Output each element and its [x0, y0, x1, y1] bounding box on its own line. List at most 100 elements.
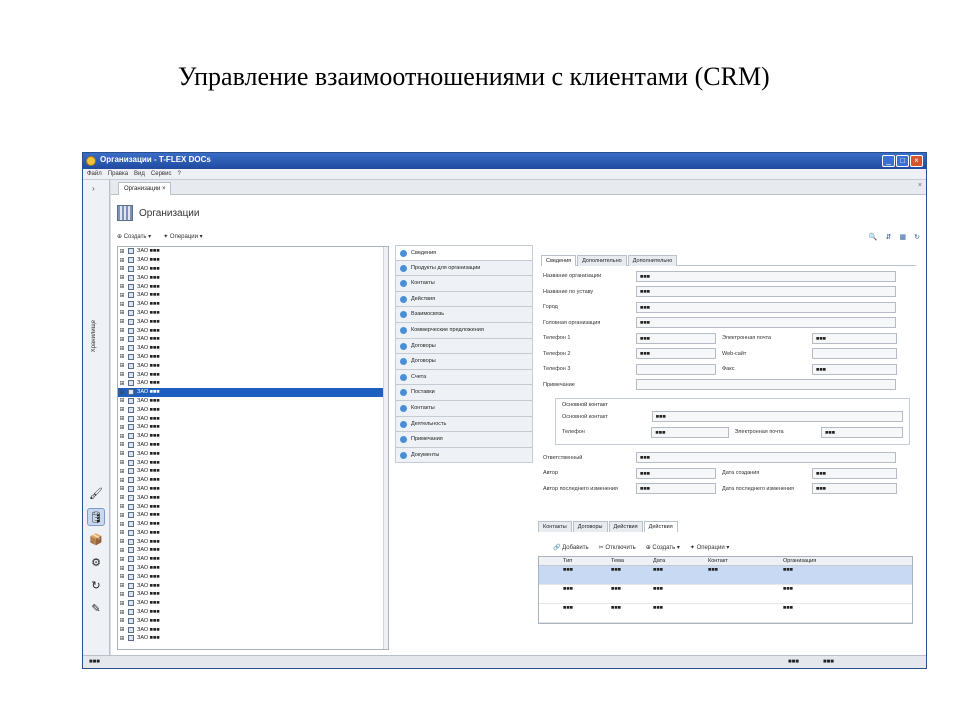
grid-column-header[interactable]: Тема	[609, 557, 651, 565]
expand-icon[interactable]: ⊞	[118, 248, 126, 255]
tree-item[interactable]: ⊞ ЗАО ■■■	[118, 625, 388, 634]
tree-item[interactable]: ⊞ ЗАО ■■■	[118, 387, 388, 397]
detail-tab-extra-2[interactable]: Дополнительно	[627, 255, 678, 266]
section-item[interactable]: Сведения	[395, 245, 533, 261]
expand-icon[interactable]: ⊞	[118, 309, 126, 316]
tree-item[interactable]: ⊞ ЗАО ■■■	[118, 581, 388, 590]
close-icon[interactable]: ×	[918, 182, 922, 189]
tree-item[interactable]: ⊞ ЗАО ■■■	[118, 405, 388, 414]
create-button[interactable]: ⊕ Создать ▾	[646, 544, 680, 551]
menu-view[interactable]: Вид	[134, 171, 145, 177]
expand-icon[interactable]: ⊞	[118, 529, 126, 536]
tree-item[interactable]: ⊞ ЗАО ■■■	[118, 326, 388, 335]
field-value[interactable]: ■■■	[636, 483, 716, 494]
tree-item[interactable]: ⊞ ЗАО ■■■	[118, 414, 388, 423]
package-icon[interactable]: 📦	[87, 531, 105, 549]
tree-item[interactable]: ⊞ ЗАО ■■■	[118, 317, 388, 326]
field-value[interactable]: ■■■	[812, 332, 897, 344]
tree-item[interactable]: ⊞ ЗАО ■■■	[118, 555, 388, 564]
field-value[interactable]: ■■■	[636, 348, 716, 359]
tree-item[interactable]: ⊞ ЗАО ■■■	[118, 529, 388, 538]
grid-column-header[interactable]: Организация	[781, 557, 851, 565]
tree-item[interactable]: ⊞ ЗАО ■■■	[118, 361, 388, 370]
tree-item[interactable]: ⊞ ЗАО ■■■	[118, 511, 388, 520]
section-item[interactable]: Договоры	[395, 354, 533, 370]
expand-icon[interactable]: ⊞	[118, 503, 126, 510]
expand-icon[interactable]: ⊞	[118, 547, 126, 554]
field-value[interactable]: ■■■	[821, 426, 903, 438]
tree-item[interactable]: ⊞ ЗАО ■■■	[118, 608, 388, 617]
tree-item[interactable]: ⊞ ЗАО ■■■	[118, 309, 388, 318]
section-item[interactable]: Поставки	[395, 385, 533, 401]
expand-icon[interactable]: ⊞	[118, 477, 126, 484]
grid-column-header[interactable]: Дата	[651, 557, 706, 565]
detail-tab-info[interactable]: Сведения	[541, 255, 577, 266]
section-item[interactable]: Договоры	[395, 338, 533, 355]
grid-column-header[interactable]: Тип	[561, 557, 609, 565]
table-row[interactable]: ■■■ ■■■ ■■■ ■■■	[539, 585, 912, 604]
field-value[interactable]: ■■■	[636, 270, 896, 282]
expand-icon[interactable]: ⊞	[118, 362, 126, 369]
section-item[interactable]: Коммерческие предложения	[395, 322, 533, 339]
field-value[interactable]: ■■■	[636, 286, 896, 297]
add-button[interactable]: 🔗 Добавить	[553, 544, 589, 551]
remove-button[interactable]: ✂ Отключить	[599, 544, 636, 551]
operations-button[interactable]: ✦ Операции ▾	[690, 544, 729, 551]
tree-item[interactable]: ⊞ ЗАО ■■■	[118, 291, 388, 300]
expand-icon[interactable]: ⊞	[118, 371, 126, 378]
table-row[interactable]: ■■■ ■■■ ■■■ ■■■ ■■■	[539, 566, 912, 585]
refresh-icon[interactable]: ↻	[914, 233, 920, 241]
tools-icon[interactable]: ✎	[87, 600, 105, 618]
bottom-tab-actions-2[interactable]: Действия	[643, 521, 678, 532]
tree-scrollbar[interactable]	[383, 247, 388, 649]
grid-column-header[interactable]	[539, 557, 561, 565]
expand-icon[interactable]: ⊞	[118, 406, 126, 413]
expand-icon[interactable]: ⊞	[118, 635, 126, 642]
section-item[interactable]: Контакты	[395, 400, 533, 417]
section-item[interactable]: Примечания	[395, 432, 533, 448]
field-value[interactable]: ■■■	[636, 332, 716, 344]
field-value[interactable]: ■■■	[636, 452, 896, 463]
field-value[interactable]: ■■■	[812, 363, 897, 375]
expand-icon[interactable]: ⊞	[118, 274, 126, 281]
tree-item[interactable]: ⊞ ЗАО ■■■	[118, 432, 388, 441]
expand-icon[interactable]: ⊞	[118, 609, 126, 616]
detail-tab-extra[interactable]: Дополнительно	[577, 255, 627, 266]
expand-icon[interactable]: ⊞	[118, 397, 126, 404]
expand-icon[interactable]: ⊞	[118, 494, 126, 501]
expand-icon[interactable]: ⊞	[118, 353, 126, 360]
sidebar-label[interactable]: Хранилище	[91, 320, 97, 352]
expand-icon[interactable]: ⊞	[118, 573, 126, 580]
close-icon[interactable]: ×	[162, 186, 166, 192]
expand-icon[interactable]: ⊞	[118, 565, 126, 572]
field-value[interactable]: ■■■	[636, 317, 896, 328]
field-value[interactable]	[812, 348, 897, 359]
expand-icon[interactable]: ⊞	[118, 459, 126, 466]
tree-item[interactable]: ⊞ ЗАО ■■■	[118, 247, 388, 256]
tree-item[interactable]: ⊞ ЗАО ■■■	[118, 572, 388, 581]
grid-column-header[interactable]: Контакт	[706, 557, 781, 565]
expand-icon[interactable]: ⊞	[118, 485, 126, 492]
tree-item[interactable]: ⊞ ЗАО ■■■	[118, 282, 388, 291]
tree-item[interactable]: ⊞ ЗАО ■■■	[118, 502, 388, 511]
tab-organizations[interactable]: Организации ×	[118, 182, 172, 195]
tree-item[interactable]: ⊞ ЗАО ■■■	[118, 379, 388, 388]
field-value[interactable]	[636, 363, 716, 375]
section-item[interactable]: Продукты для организации	[395, 260, 533, 277]
section-item[interactable]: Действия	[395, 291, 533, 308]
refresh-icon[interactable]: ↻	[87, 577, 105, 595]
view-icon[interactable]: ▦	[900, 233, 907, 241]
tree-item[interactable]: ⊞ ЗАО ■■■	[118, 546, 388, 555]
search-icon[interactable]: 🔍	[869, 233, 878, 241]
tree-item[interactable]: ⊞ ЗАО ■■■	[118, 485, 388, 494]
field-value[interactable]: ■■■	[651, 411, 903, 422]
field-value[interactable]: ■■■	[812, 467, 897, 479]
tree-item[interactable]: ⊞ ЗАО ■■■	[118, 467, 388, 476]
expand-icon[interactable]: ⊞	[118, 301, 126, 308]
expand-icon[interactable]: ⊞	[118, 415, 126, 422]
expand-icon[interactable]: ⊞	[118, 380, 126, 387]
tree-item[interactable]: ⊞ ЗАО ■■■	[118, 344, 388, 353]
chevron-right-icon[interactable]: ›	[92, 184, 95, 193]
section-item[interactable]: Деятельность	[395, 416, 533, 433]
expand-icon[interactable]: ⊞	[118, 538, 126, 545]
